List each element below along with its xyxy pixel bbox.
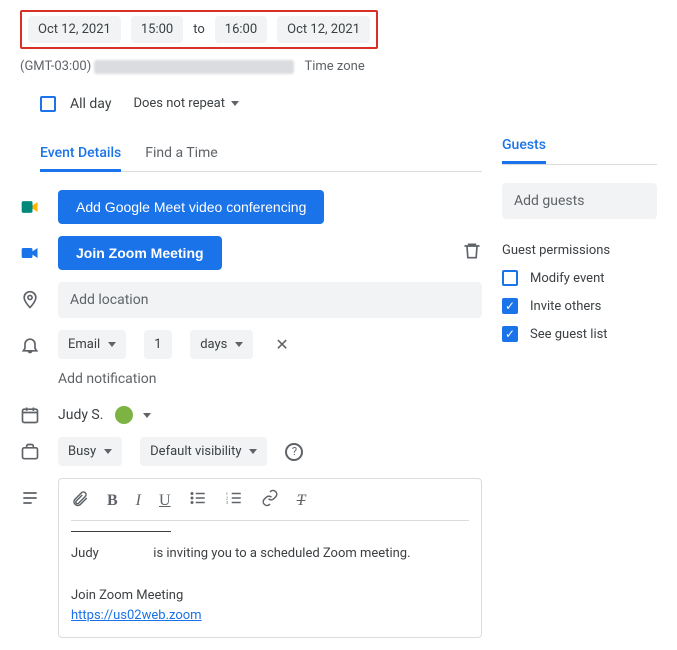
visibility-select[interactable]: Default visibility: [140, 437, 267, 466]
allday-label: All day: [70, 96, 111, 112]
invite-others-label: Invite others: [530, 299, 601, 314]
modify-event-label: Modify event: [530, 271, 605, 286]
availability-select[interactable]: Busy: [58, 437, 122, 466]
description-editor[interactable]: B I U 123 T: [58, 478, 482, 638]
start-date[interactable]: Oct 12, 2021: [28, 16, 121, 43]
guests-title: Guests: [502, 137, 546, 164]
caret-down-icon: [104, 449, 112, 454]
modify-event-checkbox[interactable]: [502, 270, 518, 286]
tab-find-a-time[interactable]: Find a Time: [145, 137, 218, 171]
zoom-video-icon: [20, 243, 40, 263]
caret-down-icon: [231, 101, 239, 106]
timezone-offset: (GMT-03:00): [20, 59, 294, 74]
location-icon: [20, 290, 40, 310]
to-label: to: [193, 22, 205, 37]
date-time-picker[interactable]: Oct 12, 2021 15:00 to 16:00 Oct 12, 2021: [20, 10, 378, 49]
remove-notification-button[interactable]: ✕: [271, 331, 292, 358]
see-guest-list-label: See guest list: [530, 327, 608, 342]
description-icon: [20, 488, 40, 508]
caret-down-icon: [235, 342, 243, 347]
bold-button[interactable]: B: [107, 492, 118, 510]
join-zoom-button[interactable]: Join Zoom Meeting: [58, 236, 222, 270]
italic-button[interactable]: I: [136, 492, 141, 510]
detail-tabs: Event Details Find a Time: [40, 137, 482, 172]
caret-down-icon: [249, 449, 257, 454]
google-meet-icon: [20, 197, 40, 217]
notif-channel-select[interactable]: Email: [58, 330, 126, 359]
start-time[interactable]: 15:00: [131, 16, 183, 43]
delete-conferencing-button[interactable]: [462, 241, 482, 265]
see-guest-list-checkbox[interactable]: [502, 326, 518, 342]
timezone-link[interactable]: Time zone: [304, 59, 364, 74]
add-notification-link[interactable]: Add notification: [58, 371, 482, 387]
add-google-meet-button[interactable]: Add Google Meet video conferencing: [58, 190, 324, 224]
add-guests-input[interactable]: Add guests: [502, 183, 657, 219]
zoom-url-link[interactable]: https://us02web.zoom: [71, 608, 202, 623]
calendar-icon: [20, 405, 40, 425]
underline-button[interactable]: U: [159, 492, 171, 510]
end-date[interactable]: Oct 12, 2021: [277, 16, 370, 43]
timezone-name-blurred: [94, 60, 294, 74]
notif-count-input[interactable]: 1: [144, 330, 172, 359]
owner-name: Judy S.: [58, 407, 103, 423]
invite-others-checkbox[interactable]: [502, 298, 518, 314]
caret-down-icon: [108, 342, 116, 347]
bulleted-list-button[interactable]: [189, 489, 207, 512]
end-time[interactable]: 16:00: [215, 16, 267, 43]
numbered-list-button[interactable]: 123: [225, 489, 243, 512]
attach-icon[interactable]: [71, 489, 89, 512]
location-input[interactable]: Add location: [58, 282, 482, 318]
tab-event-details[interactable]: Event Details: [40, 137, 121, 172]
repeat-select[interactable]: Does not repeat: [125, 90, 247, 117]
calendar-color-dot[interactable]: [115, 406, 133, 424]
clear-format-button[interactable]: T: [297, 492, 306, 510]
briefcase-icon: [20, 442, 40, 462]
editor-toolbar: B I U 123 T: [71, 489, 469, 521]
help-icon[interactable]: ?: [285, 443, 303, 461]
description-body[interactable]: Judy is inviting you to a scheduled Zoom…: [71, 521, 469, 627]
caret-down-icon: [143, 413, 151, 418]
notification-icon: [20, 335, 40, 355]
notif-unit-select[interactable]: days: [190, 330, 253, 359]
allday-checkbox[interactable]: [40, 96, 56, 112]
svg-text:3: 3: [225, 500, 228, 505]
link-button[interactable]: [261, 489, 279, 512]
guest-permissions-title: Guest permissions: [502, 243, 657, 258]
